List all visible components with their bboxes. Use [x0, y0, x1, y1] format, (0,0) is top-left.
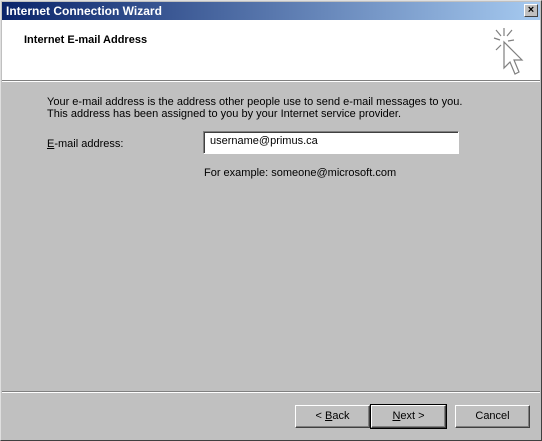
back-button[interactable]: < Back [295, 405, 370, 428]
back-label: ack [332, 410, 350, 422]
email-address-input[interactable]: username@primus.ca [203, 131, 459, 154]
wizard-window: Internet Connection Wizard × Internet E-… [0, 0, 542, 441]
close-icon: × [527, 4, 535, 16]
footer-divider [2, 391, 540, 393]
next-button[interactable]: Next > [370, 404, 447, 429]
title-bar[interactable]: Internet Connection Wizard × [2, 2, 540, 20]
intro-line-1: Your e-mail address is the address other… [47, 96, 463, 108]
wizard-header: Internet E-mail Address [2, 20, 540, 80]
example-text: For example: someone@microsoft.com [204, 167, 397, 179]
header-divider [2, 80, 540, 82]
close-button[interactable]: × [524, 4, 538, 17]
back-prefix: < [315, 410, 325, 422]
page-title: Internet E-mail Address [24, 34, 148, 46]
window-title: Internet Connection Wizard [6, 4, 162, 18]
cancel-button[interactable]: Cancel [455, 405, 530, 428]
email-address-label: E-mail address: [47, 138, 123, 150]
next-label: ext > [400, 410, 425, 422]
intro-line-2: This address has been assigned to you by… [47, 108, 402, 120]
email-label-text: -mail address: [54, 138, 124, 150]
wand-cursor-icon [493, 28, 524, 75]
intro-text: Your e-mail address is the address other… [47, 96, 517, 120]
